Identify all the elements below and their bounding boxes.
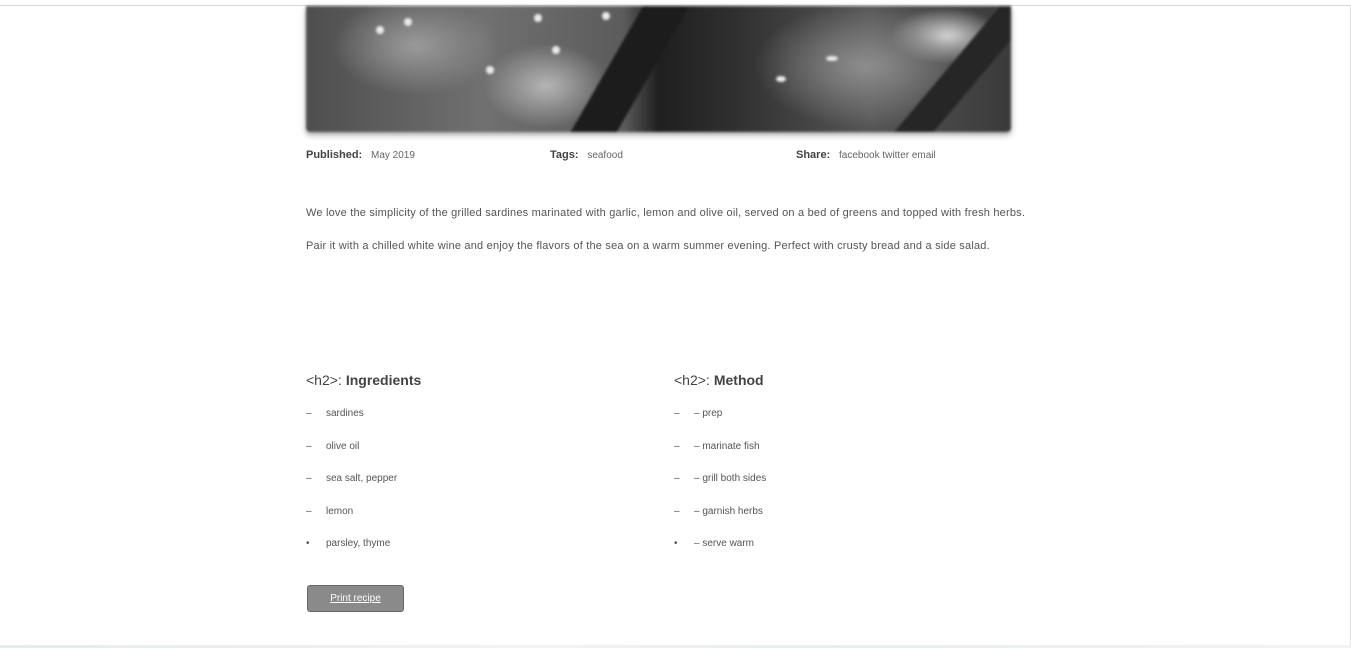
intro-paragraph: We love the simplicity of the grilled sa… — [306, 207, 1026, 252]
meta-value: May 2019 — [371, 150, 415, 161]
heading-tag: <h2>: — [674, 372, 710, 388]
meta-label: Tags: — [550, 149, 579, 161]
list-item: • – serve warm — [674, 538, 755, 550]
list-item: – – marinate fish — [674, 440, 760, 452]
method-list: – – prep – – marinate fish – – grill both s… — [674, 408, 1014, 571]
list-item: – sea salt, pepper — [306, 473, 398, 485]
meta-value[interactable]: facebook twitter email — [839, 150, 936, 161]
meta-tags: Tags: seafood — [550, 149, 623, 161]
meta-row: Published: May 2019 Tags: seafood Share:… — [306, 149, 1046, 163]
ingredients-heading: <h2>: Ingredients — [306, 370, 646, 390]
meta-published: Published: May 2019 — [306, 149, 415, 161]
list-item: • parsley, thyme — [306, 538, 391, 550]
hero-image — [306, 6, 1011, 132]
meta-share: Share: facebook twitter email — [796, 149, 936, 161]
meta-label: Share: — [796, 149, 831, 161]
heading-title: Method — [713, 372, 764, 388]
method-heading: <h2>: Method — [674, 370, 1014, 390]
heading-title: Ingredients — [345, 372, 422, 388]
method-section: <h2>: Method – – prep – – marinate fish – – … — [674, 370, 1014, 571]
list-item: – – grill both sides — [674, 473, 767, 485]
meta-value[interactable]: seafood — [587, 150, 623, 161]
list-item: – – garnish herbs — [674, 505, 763, 517]
ingredients-section: <h2>: Ingredients – sardines – olive oil – s… — [306, 370, 646, 571]
list-item: – olive oil — [306, 440, 360, 452]
list-item: – sardines — [306, 408, 364, 419]
list-item: – – prep — [674, 408, 723, 419]
meta-label: Published: — [306, 149, 363, 161]
list-item: – lemon — [306, 505, 354, 517]
heading-tag: <h2>: — [306, 372, 342, 388]
ingredients-list: – sardines – olive oil – sea salt, pepper –… — [306, 408, 646, 571]
print-recipe-button[interactable]: Print recipe — [307, 585, 404, 612]
